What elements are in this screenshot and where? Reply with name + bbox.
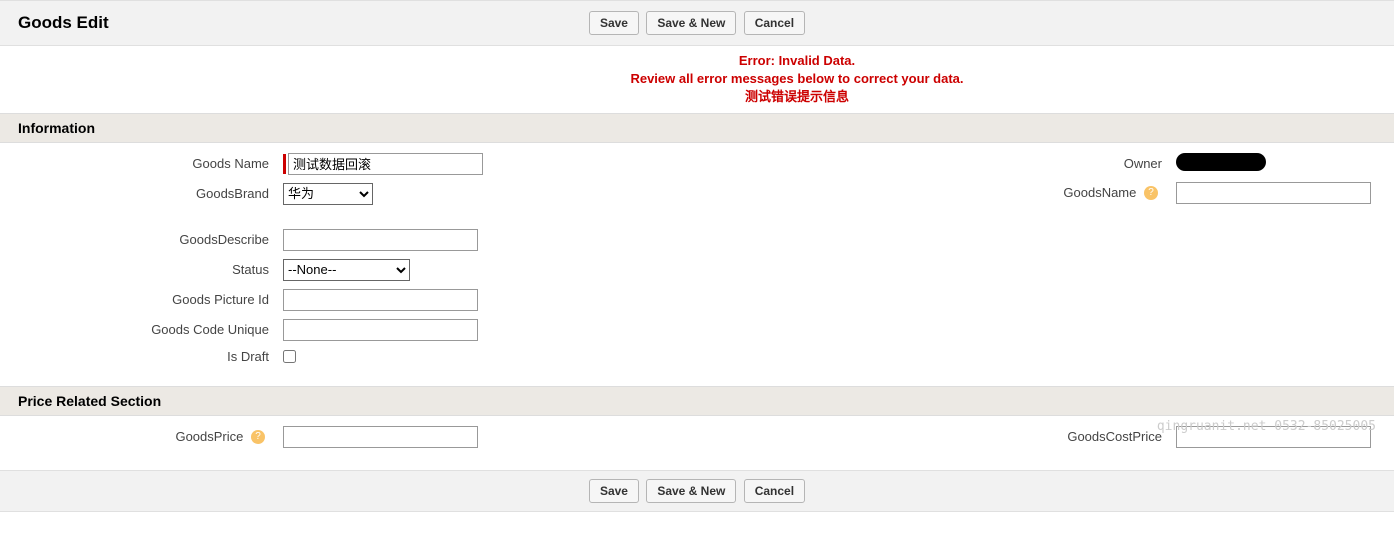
error-message-block: Error: Invalid Data. Review all error me…: [0, 46, 1394, 113]
field-row-goods-cost-price: GoodsCostPrice: [697, 426, 1376, 448]
footer-bar: Save Save & New Cancel: [0, 470, 1394, 512]
help-icon[interactable]: ?: [251, 430, 265, 444]
input-goods-cost-price[interactable]: [1176, 426, 1371, 448]
error-line-1: Error: Invalid Data.: [200, 52, 1394, 70]
price-right-column: GoodsCostPrice: [697, 426, 1376, 456]
label-owner: Owner: [697, 156, 1176, 171]
left-column: Goods Name GoodsBrand 华为 GoodsDescribe S…: [18, 153, 697, 372]
label-goods-picture-id: Goods Picture Id: [18, 292, 283, 307]
right-column: Owner GoodsName ?: [697, 153, 1376, 372]
input-goods-name[interactable]: [288, 153, 483, 175]
save-new-button-bottom[interactable]: Save & New: [646, 479, 736, 503]
label-status: Status: [18, 262, 283, 277]
cancel-button[interactable]: Cancel: [744, 11, 805, 35]
price-left-column: GoodsPrice ?: [18, 426, 697, 456]
bottom-button-row: Save Save & New Cancel: [18, 479, 1376, 503]
owner-value-redacted: [1176, 153, 1266, 171]
field-row-is-draft: Is Draft: [18, 349, 697, 364]
input-goods-code-unique[interactable]: [283, 319, 478, 341]
top-button-row: Save Save & New Cancel: [18, 11, 1376, 35]
field-row-goods-describe: GoodsDescribe: [18, 229, 697, 251]
label-goods-code-unique: Goods Code Unique: [18, 322, 283, 337]
input-goods-picture-id[interactable]: [283, 289, 478, 311]
required-indicator: [283, 154, 286, 174]
input-goods-price[interactable]: [283, 426, 478, 448]
save-button[interactable]: Save: [589, 11, 639, 35]
label-goods-name: Goods Name: [18, 156, 283, 171]
field-row-owner: Owner: [697, 153, 1376, 174]
input-goods-name-right[interactable]: [1176, 182, 1371, 204]
price-section-body: GoodsPrice ? GoodsCostPrice: [0, 416, 1394, 470]
error-line-3: 测试错误提示信息: [200, 88, 1394, 106]
section-header-price: Price Related Section: [0, 386, 1394, 416]
label-goods-name-right: GoodsName ?: [697, 185, 1176, 201]
save-new-button[interactable]: Save & New: [646, 11, 736, 35]
help-icon[interactable]: ?: [1144, 186, 1158, 200]
label-is-draft: Is Draft: [18, 349, 283, 364]
cancel-button-bottom[interactable]: Cancel: [744, 479, 805, 503]
select-goods-brand[interactable]: 华为: [283, 183, 373, 205]
field-row-goods-name: Goods Name: [18, 153, 697, 175]
field-row-goods-name-right: GoodsName ?: [697, 182, 1376, 204]
page-title: Goods Edit: [18, 13, 109, 33]
field-row-status: Status --None--: [18, 259, 697, 281]
label-goods-brand: GoodsBrand: [18, 186, 283, 201]
select-status[interactable]: --None--: [283, 259, 410, 281]
label-goods-price: GoodsPrice ?: [18, 429, 283, 445]
checkbox-is-draft[interactable]: [283, 350, 296, 363]
information-section-body: Goods Name GoodsBrand 华为 GoodsDescribe S…: [0, 143, 1394, 386]
section-header-information: Information: [0, 113, 1394, 143]
label-goods-cost-price: GoodsCostPrice: [697, 429, 1176, 444]
error-line-2: Review all error messages below to corre…: [200, 70, 1394, 88]
field-row-goods-price: GoodsPrice ?: [18, 426, 697, 448]
field-row-goods-code-unique: Goods Code Unique: [18, 319, 697, 341]
label-goods-describe: GoodsDescribe: [18, 232, 283, 247]
field-row-goods-picture-id: Goods Picture Id: [18, 289, 697, 311]
header-bar: Goods Edit Save Save & New Cancel: [0, 0, 1394, 46]
input-goods-describe[interactable]: [283, 229, 478, 251]
save-button-bottom[interactable]: Save: [589, 479, 639, 503]
field-row-goods-brand: GoodsBrand 华为: [18, 183, 697, 205]
